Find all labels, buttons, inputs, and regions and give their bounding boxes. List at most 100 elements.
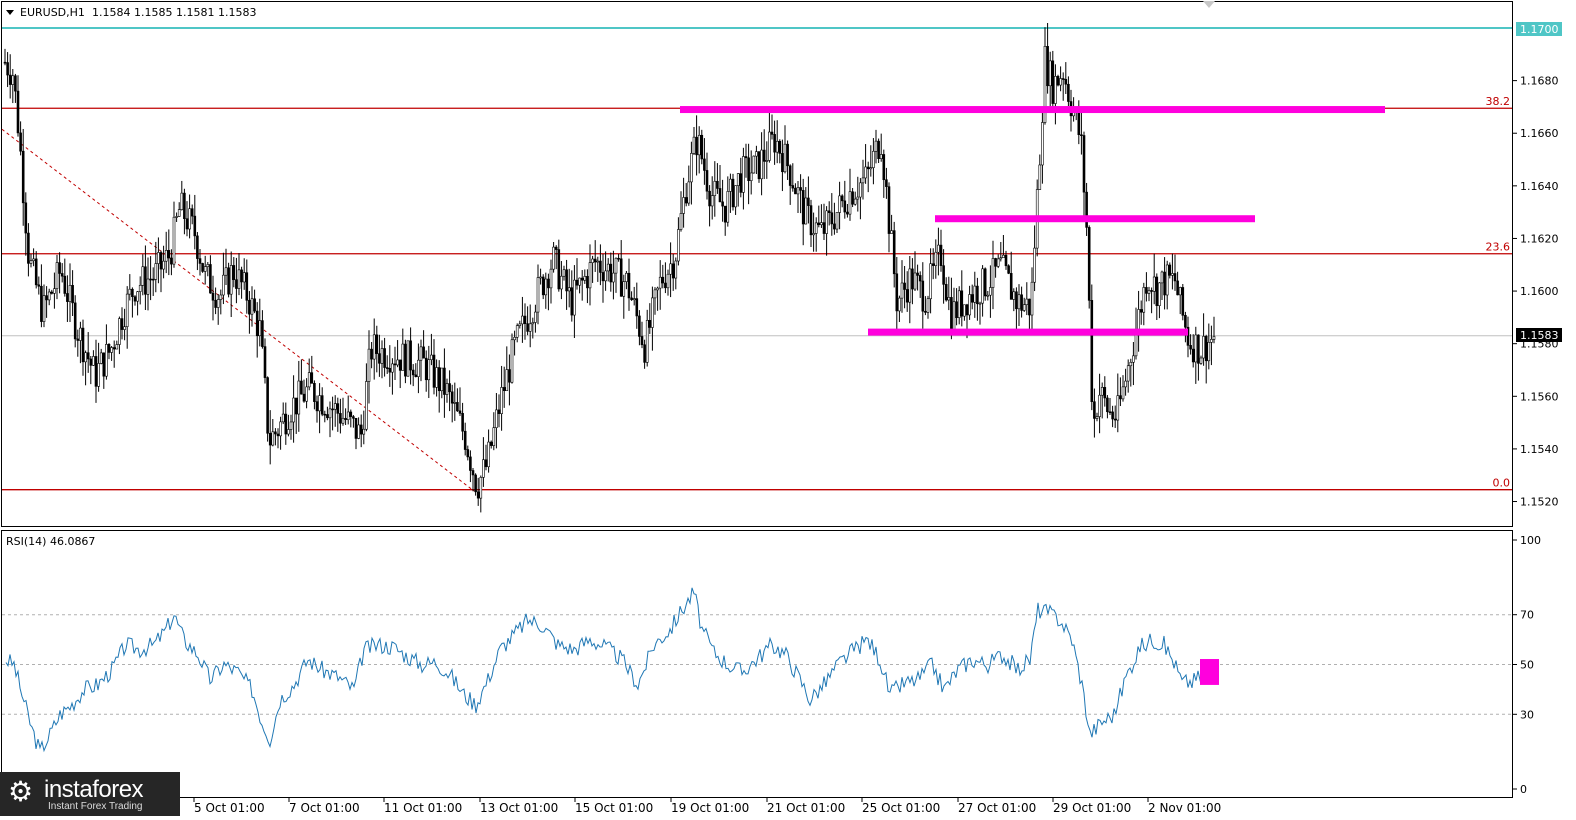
candle-body bbox=[812, 233, 815, 236]
candle-body bbox=[1080, 134, 1083, 137]
candle-body bbox=[1048, 60, 1052, 87]
price-tick-label: 1.1660 bbox=[1520, 127, 1559, 140]
rsi-line bbox=[5, 587, 1203, 753]
candle-body bbox=[1150, 290, 1153, 292]
candle-body bbox=[79, 327, 82, 341]
candle-body bbox=[1147, 290, 1151, 294]
candle-body bbox=[242, 272, 246, 283]
rsi-marker-box bbox=[1200, 659, 1219, 685]
candle-body bbox=[752, 155, 756, 174]
candle-body bbox=[1064, 79, 1068, 85]
candle-body bbox=[219, 294, 223, 300]
candle-body bbox=[463, 430, 467, 450]
candle-body bbox=[612, 272, 615, 283]
candle-body bbox=[435, 367, 438, 388]
candle-body bbox=[658, 276, 662, 289]
candle-body bbox=[131, 288, 134, 297]
candle-body bbox=[258, 320, 262, 337]
price-tick-label: 1.1680 bbox=[1520, 75, 1559, 88]
candle-body bbox=[146, 278, 150, 295]
gear-logo-icon: ⚙ bbox=[8, 775, 34, 808]
candle-body bbox=[487, 441, 490, 468]
support-resistance-zone bbox=[935, 215, 1255, 223]
candle-body bbox=[27, 232, 30, 264]
candle-body bbox=[437, 367, 441, 392]
time-tick-label: 21 Oct 01:00 bbox=[767, 801, 845, 815]
price-tick-label: 1.1640 bbox=[1520, 180, 1559, 193]
candle-body bbox=[622, 281, 626, 297]
candle-body bbox=[926, 298, 930, 313]
candle-body bbox=[250, 298, 254, 315]
candle-body bbox=[804, 197, 808, 225]
candle-body bbox=[523, 315, 527, 324]
candle-body bbox=[305, 386, 308, 402]
candle-body bbox=[866, 166, 870, 170]
candle-body bbox=[1038, 164, 1042, 190]
candle-body bbox=[466, 449, 470, 458]
candle-body bbox=[638, 315, 641, 337]
candle-body bbox=[1119, 395, 1122, 400]
candle-body bbox=[931, 263, 935, 266]
candle-body bbox=[536, 277, 540, 313]
candle-body bbox=[661, 276, 665, 284]
candle-body bbox=[833, 223, 836, 230]
symbol-menu-icon[interactable] bbox=[6, 10, 14, 15]
fib-label: 38.2 bbox=[1486, 95, 1511, 108]
candle-body bbox=[214, 299, 217, 308]
candle-body bbox=[404, 343, 407, 377]
candle-body bbox=[898, 297, 901, 312]
candle-body bbox=[716, 180, 719, 189]
candle-body bbox=[708, 190, 711, 207]
candle-body bbox=[1184, 315, 1187, 328]
candle-body bbox=[315, 401, 319, 412]
candle-body bbox=[879, 154, 883, 159]
candle-body bbox=[700, 134, 704, 160]
candle-body bbox=[703, 158, 706, 171]
candle-body bbox=[924, 310, 927, 313]
candle-body bbox=[817, 222, 821, 226]
candle-body bbox=[765, 160, 769, 162]
candle-body bbox=[970, 294, 974, 303]
candle-body bbox=[1202, 336, 1205, 359]
candle-body bbox=[781, 153, 784, 173]
candle-body bbox=[825, 210, 828, 234]
candle-body bbox=[1056, 76, 1060, 86]
candle-body bbox=[354, 417, 358, 439]
candle-body bbox=[565, 269, 568, 292]
candle-body bbox=[362, 428, 366, 435]
candle-body bbox=[380, 348, 384, 364]
candle-body bbox=[729, 178, 732, 192]
candle-body bbox=[177, 209, 181, 217]
candle-body bbox=[1100, 387, 1104, 396]
candle-body bbox=[112, 347, 116, 350]
rsi-tick-label: 30 bbox=[1520, 708, 1534, 721]
candle-body bbox=[216, 299, 220, 308]
candle-body bbox=[986, 294, 990, 297]
candle-body bbox=[274, 431, 277, 435]
candle-body bbox=[664, 282, 667, 289]
candle-body bbox=[417, 359, 420, 378]
candle-body bbox=[253, 298, 256, 312]
candle-body bbox=[749, 172, 753, 181]
candle-body bbox=[203, 266, 207, 272]
candle-body bbox=[929, 263, 932, 300]
candle-body bbox=[89, 358, 93, 366]
candle-body bbox=[1121, 386, 1125, 400]
candle-body bbox=[120, 318, 124, 330]
candle-body bbox=[892, 230, 896, 275]
candle-body bbox=[151, 278, 155, 281]
chart-shift-marker-icon[interactable] bbox=[1203, 1, 1215, 8]
candle-body bbox=[557, 249, 561, 290]
candle-body bbox=[643, 344, 646, 363]
candle-body bbox=[427, 359, 431, 381]
candle-body bbox=[1171, 273, 1174, 276]
candle-body bbox=[310, 372, 314, 384]
candle-body bbox=[861, 177, 865, 184]
candle-body bbox=[388, 367, 392, 373]
candle-body bbox=[843, 200, 847, 213]
candle-body bbox=[276, 433, 280, 437]
candle-body bbox=[123, 326, 126, 330]
candle-body bbox=[713, 180, 717, 196]
candle-body bbox=[619, 258, 623, 297]
candle-body bbox=[224, 267, 228, 276]
